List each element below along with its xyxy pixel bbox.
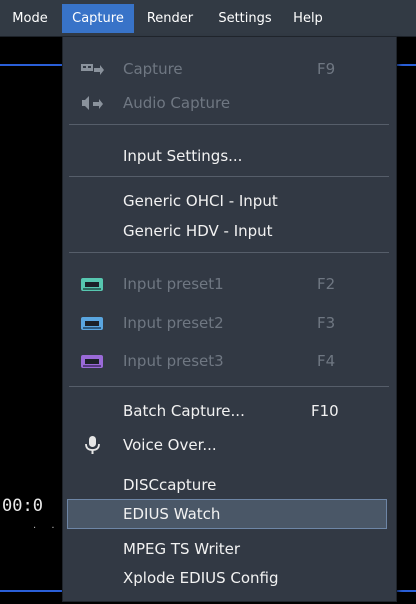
cassette-icon: [79, 314, 105, 332]
cassette-icon: [79, 352, 105, 370]
timecode-display: 00:0: [2, 496, 43, 516]
menu-item-label: Input preset3: [123, 352, 224, 370]
shortcut-label: F9: [317, 60, 336, 78]
menu-item-voice-over[interactable]: Voice Over...: [63, 430, 396, 460]
menu-item-xplode-edius-config[interactable]: Xplode EDIUS Config: [63, 563, 396, 593]
tape-capture-icon: [79, 60, 105, 78]
menu-separator: [69, 252, 389, 253]
menu-settings[interactable]: Settings: [208, 4, 282, 33]
menu-help[interactable]: Help: [286, 4, 330, 33]
speaker-capture-icon: [79, 94, 105, 112]
menu-separator: [69, 176, 389, 177]
menu-item-label: Input preset2: [123, 314, 224, 332]
menu-bar: Mode Capture Render Settings Help: [0, 0, 416, 37]
menu-item-label: MPEG TS Writer: [123, 540, 241, 558]
timeline-line: [395, 64, 416, 66]
menu-item-input-preset2[interactable]: Input preset2 F3: [63, 308, 396, 338]
shortcut-label: F4: [317, 352, 336, 370]
menu-item-label: EDIUS Watch: [123, 505, 221, 523]
menu-item-label: Xplode EDIUS Config: [123, 569, 279, 587]
menu-item-input-settings[interactable]: Input Settings...: [63, 141, 396, 171]
menu-mode[interactable]: Mode: [5, 4, 55, 33]
shortcut-label: F10: [311, 402, 339, 420]
menu-item-generic-ohci-input[interactable]: Generic OHCI - Input: [63, 186, 396, 216]
menu-item-label: Batch Capture...: [123, 402, 245, 420]
menu-separator: [69, 386, 389, 387]
timeline-line: [0, 64, 62, 66]
menu-capture[interactable]: Capture: [62, 4, 134, 33]
menu-item-disccapture[interactable]: DISCcapture: [63, 470, 396, 500]
menu-item-label: Input Settings...: [123, 147, 243, 165]
microphone-icon: [79, 436, 105, 454]
shortcut-label: F2: [317, 275, 336, 293]
shortcut-label: F3: [317, 314, 336, 332]
menu-item-generic-hdv-input[interactable]: Generic HDV - Input: [63, 216, 396, 246]
menu-item-label: Generic HDV - Input: [123, 222, 273, 240]
menu-render[interactable]: Render: [138, 4, 202, 33]
menu-separator: [69, 124, 389, 125]
menu-item-mpeg-ts-writer[interactable]: MPEG TS Writer: [63, 534, 396, 564]
menu-item-label: Input preset1: [123, 275, 224, 293]
timeline-line: [395, 590, 416, 592]
timeline-line: [0, 590, 62, 592]
menu-item-label: DISCcapture: [123, 476, 217, 494]
menu-item-label: Generic OHCI - Input: [123, 192, 278, 210]
capture-dropdown-menu: Capture F9 Audio Capture Input Settings.…: [62, 36, 397, 602]
menu-item-label: Audio Capture: [123, 94, 231, 112]
menu-item-input-preset1[interactable]: Input preset1 F2: [63, 269, 396, 299]
menu-item-input-preset3[interactable]: Input preset3 F4: [63, 346, 396, 376]
menu-item-batch-capture[interactable]: Batch Capture... F10: [63, 396, 396, 426]
menu-item-audio-capture[interactable]: Audio Capture: [63, 88, 396, 118]
menu-item-edius-watch[interactable]: EDIUS Watch: [67, 499, 387, 529]
cassette-icon: [79, 275, 105, 293]
menu-item-capture[interactable]: Capture F9: [63, 54, 396, 84]
menu-item-label: Capture: [123, 60, 183, 78]
timecode-dots: . .: [33, 520, 61, 531]
menu-item-label: Voice Over...: [123, 436, 217, 454]
